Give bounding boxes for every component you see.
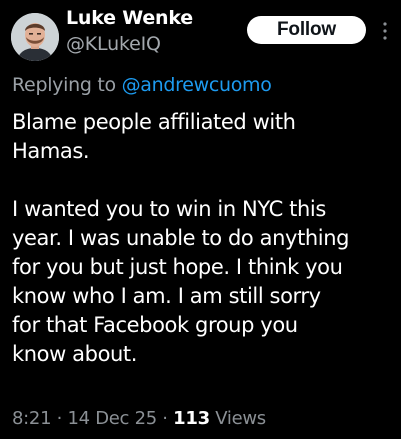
views-label: Views <box>209 408 266 429</box>
tweet-line: for you but just hope. I think you <box>12 255 343 279</box>
tweet-line: Hamas. <box>12 139 90 163</box>
replying-to-label: Replying to <box>12 74 122 96</box>
follow-button[interactable]: Follow <box>247 16 366 44</box>
replying-to: Replying to @andrewcuomo <box>12 74 272 96</box>
tweet-line: I wanted you to win in NYC this <box>12 197 326 221</box>
tweet-meta: 8:21 · 14 Dec 25 · 113 Views <box>12 408 266 429</box>
tweet-line: know who I am. I am still sorry <box>12 284 321 308</box>
tweet-line: for that Facebook group you <box>12 313 298 337</box>
avatar-image <box>11 13 59 61</box>
avatar[interactable] <box>11 13 59 61</box>
meta-separator: · <box>156 408 174 429</box>
views-count[interactable]: 113 <box>173 408 210 429</box>
tweet-line: year. I was unable to do anything <box>12 226 350 250</box>
tweet-time[interactable]: 8:21 <box>12 408 52 429</box>
mention-link[interactable]: @andrewcuomo <box>122 74 272 96</box>
tweet-line: Blame people affiliated with <box>12 110 296 134</box>
meta-separator: · <box>51 408 68 429</box>
tweet-text: Blame people affiliated with Hamas. I wa… <box>12 108 392 369</box>
tweet-date[interactable]: 14 Dec 25 <box>68 408 158 429</box>
user-handle[interactable]: @KLukeIQ <box>66 33 161 55</box>
more-vertical-icon[interactable] <box>381 20 389 42</box>
tweet-line: know about. <box>12 342 138 366</box>
tweet-line <box>12 166 392 195</box>
display-name[interactable]: Luke Wenke <box>66 7 193 29</box>
